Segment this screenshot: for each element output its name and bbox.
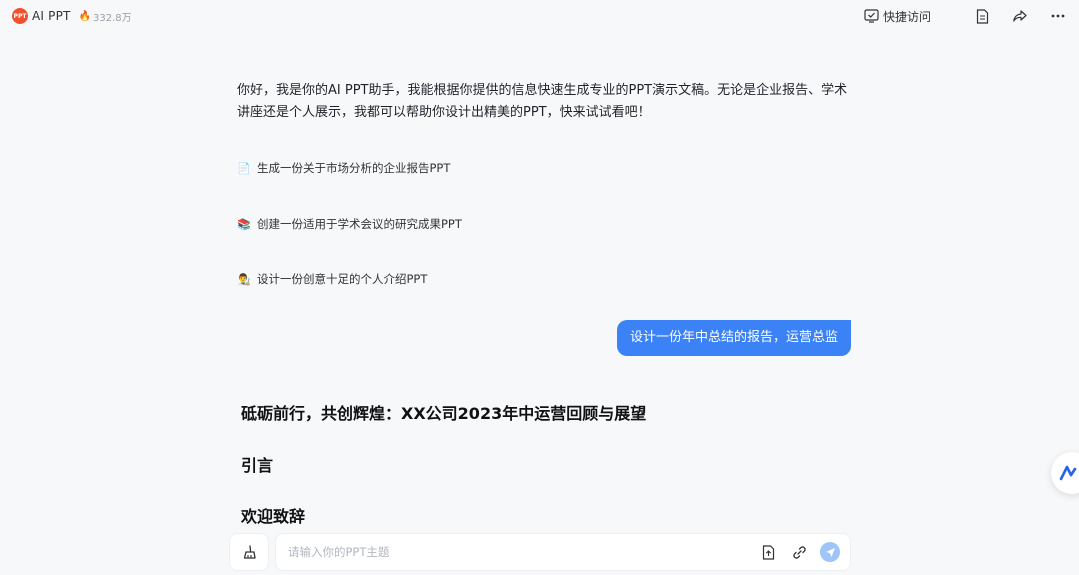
file-upload-icon[interactable] (759, 543, 777, 561)
top-actions: 快捷访问 (864, 0, 1067, 32)
books-emoji-icon: 📚 (237, 217, 251, 231)
link-icon[interactable] (790, 543, 808, 561)
quick-access-button[interactable]: 快捷访问 (864, 8, 931, 25)
artist-emoji-icon: 👨‍🎨 (237, 272, 251, 286)
suggestion-label: 设计一份创意十足的个人介绍PPT (257, 272, 428, 286)
hot-count: 🔥 332.8万 (79, 9, 132, 24)
floating-assistant-button[interactable] (1051, 452, 1079, 494)
document-emoji-icon: 📄 (237, 161, 251, 175)
fire-icon: 🔥 (78, 10, 92, 22)
input-bar (229, 532, 851, 572)
send-icon (825, 547, 835, 557)
topic-input-container (275, 533, 851, 571)
document-icon[interactable] (973, 7, 991, 25)
more-icon[interactable] (1049, 7, 1067, 25)
quick-access-icon (864, 9, 879, 23)
suggestion-item[interactable]: 📚 创建一份适用于学术会议的研究成果PPT (237, 214, 462, 234)
quick-access-label: 快捷访问 (882, 9, 931, 24)
suggestion-item[interactable]: 👨‍🎨 设计一份创意十足的个人介绍PPT (237, 269, 427, 289)
assistant-logo-icon (1059, 465, 1077, 481)
app-title: AI PPT (32, 9, 71, 23)
answer-section-heading: 欢迎致辞 (241, 507, 306, 526)
assistant-intro-message: 你好，我是你的AI PPT助手，我能根据你提供的信息快速生成专业的PPT演示文稿… (237, 83, 848, 120)
answer-section-heading: 引言 (241, 456, 274, 475)
user-message-bubble: 设计一份年中总结的报告，运营总监 (616, 320, 851, 356)
app-logo: PPT (12, 8, 28, 24)
send-button[interactable] (820, 542, 840, 562)
share-icon[interactable] (1011, 7, 1029, 25)
topic-input[interactable] (286, 544, 746, 560)
brush-icon (243, 545, 256, 559)
suggestion-item[interactable]: 📄 生成一份关于市场分析的企业报告PPT (237, 158, 450, 178)
answer-title: 砥砺前行，共创辉煌：XX公司2023年中运营回顾与展望 (241, 404, 647, 423)
suggestion-label: 创建一份适用于学术会议的研究成果PPT (257, 217, 462, 231)
brush-button[interactable] (229, 533, 269, 571)
top-bar: PPT AI PPT 🔥 332.8万 快捷访问 (0, 0, 1079, 32)
suggestion-label: 生成一份关于市场分析的企业报告PPT (257, 161, 451, 175)
hot-count-value: 332.8万 (93, 12, 132, 24)
chat-area: 你好，我是你的AI PPT助手，我能根据你提供的信息快速生成专业的PPT演示文稿… (237, 80, 851, 526)
